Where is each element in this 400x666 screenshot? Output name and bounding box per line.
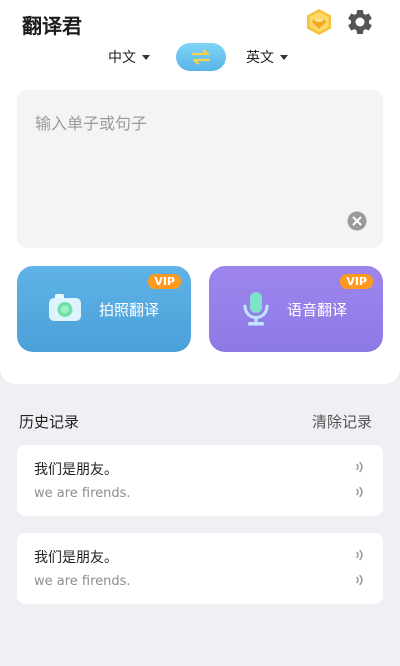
history-item[interactable]: 我们是朋友。 we are firends. bbox=[17, 533, 383, 604]
speaker-icon[interactable] bbox=[354, 573, 366, 587]
voice-translate-button[interactable]: VIP 语音翻译 bbox=[209, 266, 383, 352]
speaker-icon[interactable] bbox=[354, 485, 366, 499]
camera-icon bbox=[49, 294, 81, 321]
input-placeholder: 输入单子或句子 bbox=[35, 114, 148, 133]
photo-translate-label: 拍照翻译 bbox=[99, 301, 160, 319]
microphone-icon bbox=[243, 292, 269, 326]
swap-arrows-icon bbox=[191, 49, 211, 65]
history-source-text: 我们是朋友。 bbox=[34, 550, 118, 566]
chevron-down-icon bbox=[142, 54, 150, 60]
history-title: 历史记录 bbox=[19, 413, 80, 431]
target-language-label: 英文 bbox=[246, 50, 274, 66]
vip-tag: VIP bbox=[148, 274, 181, 289]
app-title: 翻译君 bbox=[22, 14, 82, 38]
text-input-area[interactable]: 输入单子或句子 bbox=[17, 90, 383, 248]
history-translation-text: we are firends. bbox=[34, 486, 131, 501]
photo-translate-button[interactable]: VIP 拍照翻译 bbox=[17, 266, 191, 352]
speaker-icon[interactable] bbox=[354, 548, 366, 562]
history-item[interactable]: 我们是朋友。 we are firends. bbox=[17, 445, 383, 516]
source-language-label: 中文 bbox=[108, 50, 136, 66]
speaker-icon[interactable] bbox=[354, 460, 366, 474]
source-language-select[interactable]: 中文 bbox=[108, 47, 150, 67]
chevron-down-icon bbox=[280, 54, 288, 60]
history-source-text: 我们是朋友。 bbox=[34, 462, 118, 478]
target-language-select[interactable]: 英文 bbox=[246, 47, 288, 67]
clear-icon[interactable] bbox=[347, 211, 367, 231]
gear-icon[interactable] bbox=[345, 7, 375, 37]
voice-translate-label: 语音翻译 bbox=[287, 301, 348, 319]
clear-history-button[interactable]: 清除记录 bbox=[312, 411, 372, 432]
swap-languages-button[interactable] bbox=[176, 43, 226, 71]
translator-panel: 翻译君 中文 英文 输入单子或句子 VIP 拍照翻译 VIP 语音翻译 bbox=[0, 0, 400, 384]
history-translation-text: we are firends. bbox=[34, 574, 131, 589]
vip-tag: VIP bbox=[340, 274, 373, 289]
vip-diamond-badge-icon[interactable] bbox=[305, 8, 333, 36]
language-bar: 中文 英文 bbox=[0, 42, 400, 72]
